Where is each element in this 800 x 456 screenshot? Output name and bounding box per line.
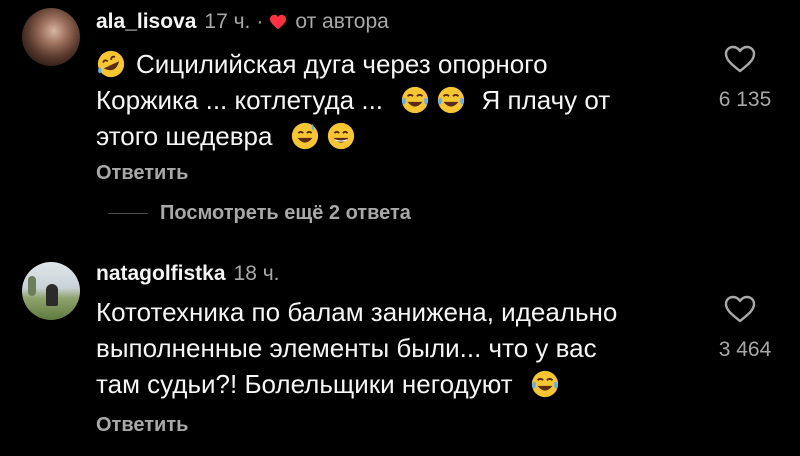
separator-dot: ·	[256, 10, 264, 33]
joy-emoji-icon	[438, 86, 465, 114]
username[interactable]: natagolfistka	[96, 262, 226, 286]
divider-line	[108, 213, 148, 214]
like-control: 6 135	[700, 44, 780, 112]
avatar-tree-shape	[28, 276, 36, 296]
reply-button[interactable]: Ответить	[96, 162, 188, 185]
heart-outline-icon[interactable]	[723, 294, 757, 324]
view-more-replies[interactable]: Посмотреть ещё 2 ответа	[108, 202, 411, 225]
comment-text: Сицилийская дуга через опорного Коржика …	[96, 46, 696, 154]
comment-line: Я плачу от	[481, 85, 611, 115]
comment-line: выполненные элементы были... что у вас	[96, 333, 597, 363]
like-count[interactable]: 3 464	[719, 338, 772, 362]
timestamp: 17 ч.	[204, 10, 251, 33]
comment-item: ala_lisova 17 ч. · от автора Сицилийская…	[0, 0, 800, 224]
comment-header: ala_lisova 17 ч. · от автора	[96, 10, 389, 34]
joy-emoji-icon	[531, 370, 558, 398]
grin-emoji-icon	[327, 122, 354, 150]
comments-page: ala_lisova 17 ч. · от автора Сицилийская…	[0, 0, 800, 456]
avatar[interactable]	[22, 262, 80, 320]
comment-text: Кототехника по балам занижена, идеально …	[96, 294, 696, 402]
author-liked-badge: от автора	[295, 10, 389, 33]
reply-button[interactable]: Ответить	[96, 414, 188, 437]
heart-icon	[270, 14, 287, 30]
username[interactable]: ala_lisova	[96, 10, 196, 34]
comment-line: этого шедевра	[96, 121, 273, 151]
comment-line: там судьи?! Болельщики негодуют	[96, 369, 513, 399]
comment-line: Коржика ... котлетуда ...	[96, 85, 384, 115]
view-more-replies-label[interactable]: Посмотреть ещё 2 ответа	[160, 202, 411, 225]
avatar[interactable]	[22, 8, 80, 66]
timestamp: 18 ч.	[233, 262, 280, 285]
like-count[interactable]: 6 135	[719, 88, 772, 112]
comment-line: Кототехника по балам занижена, идеально	[96, 297, 618, 327]
sweat-smile-emoji-icon	[291, 122, 318, 150]
comment-header: natagolfistka 18 ч.	[96, 262, 280, 286]
joy-emoji-icon	[402, 86, 429, 114]
comment-line: Сицилийская дуга через опорного	[136, 49, 548, 79]
comment-item: natagolfistka 18 ч. Кототехника по балам…	[0, 250, 800, 450]
like-control: 3 464	[700, 294, 780, 362]
rofl-emoji-icon	[97, 50, 125, 78]
avatar-figure-shape	[46, 284, 58, 306]
heart-outline-icon[interactable]	[723, 44, 757, 74]
